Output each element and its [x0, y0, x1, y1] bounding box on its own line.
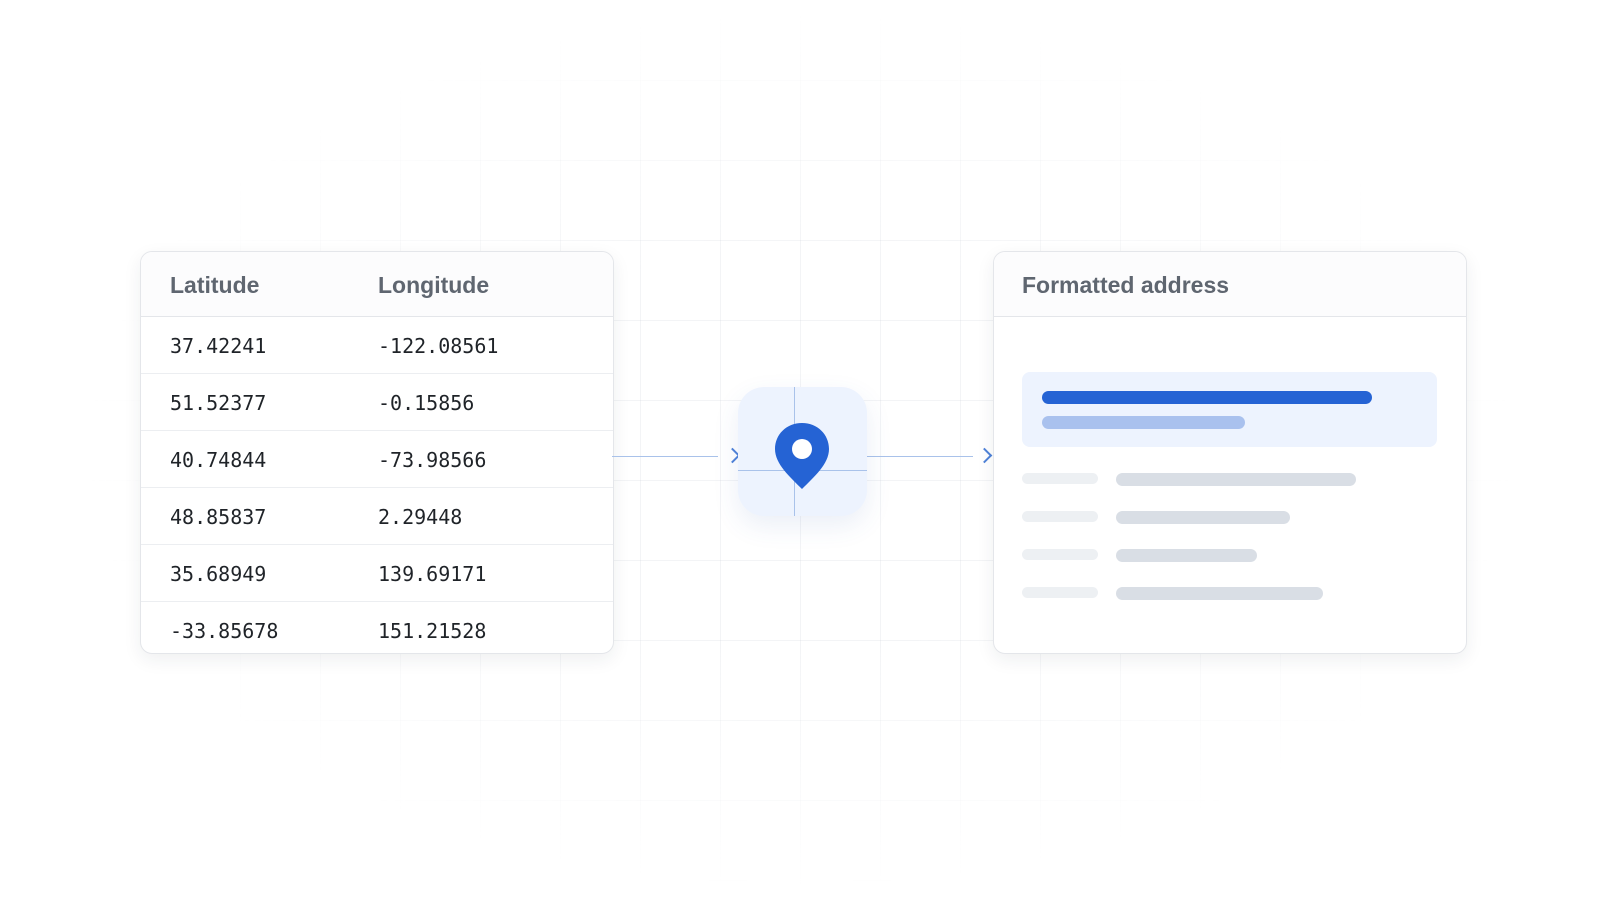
longitude-cell: -73.98566 — [378, 448, 487, 472]
latitude-cell: 35.68949 — [170, 562, 267, 586]
longitude-cell: 151.21528 — [378, 619, 487, 643]
address-highlight-box — [1022, 372, 1437, 447]
component-key-placeholder — [1022, 549, 1098, 560]
formatted-address-card: Formatted address — [993, 251, 1467, 654]
longitude-cell: 2.29448 — [378, 505, 463, 529]
address-line-secondary-placeholder — [1042, 416, 1245, 429]
geocode-pin-tile — [738, 387, 867, 516]
component-key-placeholder — [1022, 473, 1098, 484]
address-card-header: Formatted address — [994, 252, 1466, 317]
table-row: 35.68949 139.69171 — [141, 545, 613, 602]
latitude-cell: -33.85678 — [170, 619, 279, 643]
address-component-row — [1022, 511, 1437, 524]
address-line-primary-placeholder — [1042, 391, 1372, 404]
latitude-cell: 48.85837 — [170, 505, 267, 529]
connector-line-right — [867, 456, 973, 457]
coordinates-table: Latitude Longitude 37.42241 -122.08561 5… — [140, 251, 614, 654]
connector-line-left — [612, 456, 718, 457]
component-value-placeholder — [1116, 511, 1290, 524]
component-value-placeholder — [1116, 587, 1323, 600]
longitude-cell: -122.08561 — [378, 334, 499, 358]
table-row: 37.42241 -122.08561 — [141, 317, 613, 374]
table-header: Latitude Longitude — [141, 252, 613, 317]
column-header-latitude: Latitude — [170, 272, 260, 298]
address-card-title: Formatted address — [1022, 272, 1230, 298]
table-row: 48.85837 2.29448 — [141, 488, 613, 545]
table-row: 51.52377 -0.15856 — [141, 374, 613, 431]
latitude-cell: 37.42241 — [170, 334, 267, 358]
latitude-cell: 51.52377 — [170, 391, 267, 415]
longitude-cell: 139.69171 — [378, 562, 487, 586]
address-component-row — [1022, 587, 1437, 600]
longitude-cell: -0.15856 — [378, 391, 475, 415]
component-key-placeholder — [1022, 511, 1098, 522]
component-key-placeholder — [1022, 587, 1098, 598]
location-pin-icon — [775, 423, 829, 489]
column-header-longitude: Longitude — [378, 272, 490, 298]
table-row: 40.74844 -73.98566 — [141, 431, 613, 488]
component-value-placeholder — [1116, 473, 1356, 486]
table-row: -33.85678 151.21528 — [141, 602, 613, 653]
address-component-row — [1022, 549, 1437, 562]
address-component-row — [1022, 473, 1437, 486]
latitude-cell: 40.74844 — [170, 448, 267, 472]
component-value-placeholder — [1116, 549, 1257, 562]
